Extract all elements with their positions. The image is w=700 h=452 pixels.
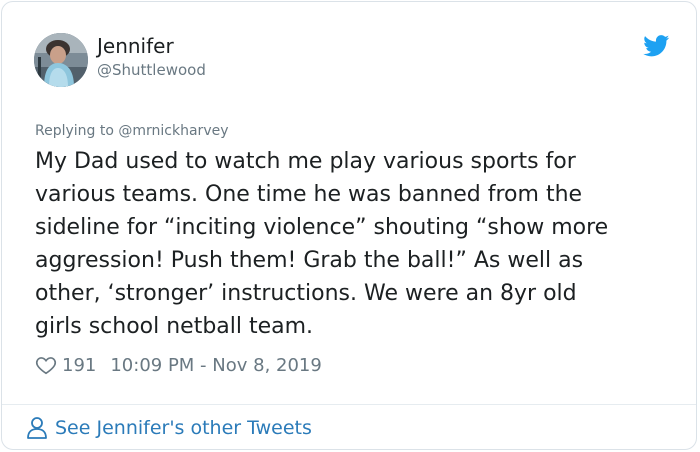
- person-icon: [27, 417, 47, 439]
- twitter-bird-icon[interactable]: [643, 35, 670, 57]
- author-name[interactable]: Jennifer: [97, 34, 174, 58]
- footer-divider: [2, 404, 696, 405]
- see-other-tweets-link[interactable]: See Jennifer's other Tweets: [26, 415, 312, 441]
- tweet-text: My Dad used to watch me play various spo…: [35, 149, 609, 339]
- avatar-photo: [34, 33, 88, 87]
- author-handle[interactable]: @Shuttlewood: [97, 60, 206, 80]
- heart-icon[interactable]: [35, 354, 57, 376]
- see-other-tweets-label: See Jennifer's other Tweets: [55, 417, 312, 439]
- replying-to-handle-link[interactable]: @mrnickharvey: [118, 123, 228, 139]
- tweet-meta: 191 10:09 PM - Nov 8, 2019: [35, 352, 322, 378]
- tweet-card: Jennifer @Shuttlewood Replying to @mrnic…: [1, 1, 697, 450]
- replying-to: Replying to @mrnickharvey: [35, 122, 229, 140]
- replying-to-label: Replying to: [35, 123, 114, 139]
- tweet-timestamp[interactable]: 10:09 PM - Nov 8, 2019: [110, 355, 321, 376]
- like-count[interactable]: 191: [62, 355, 96, 376]
- avatar[interactable]: [34, 33, 88, 87]
